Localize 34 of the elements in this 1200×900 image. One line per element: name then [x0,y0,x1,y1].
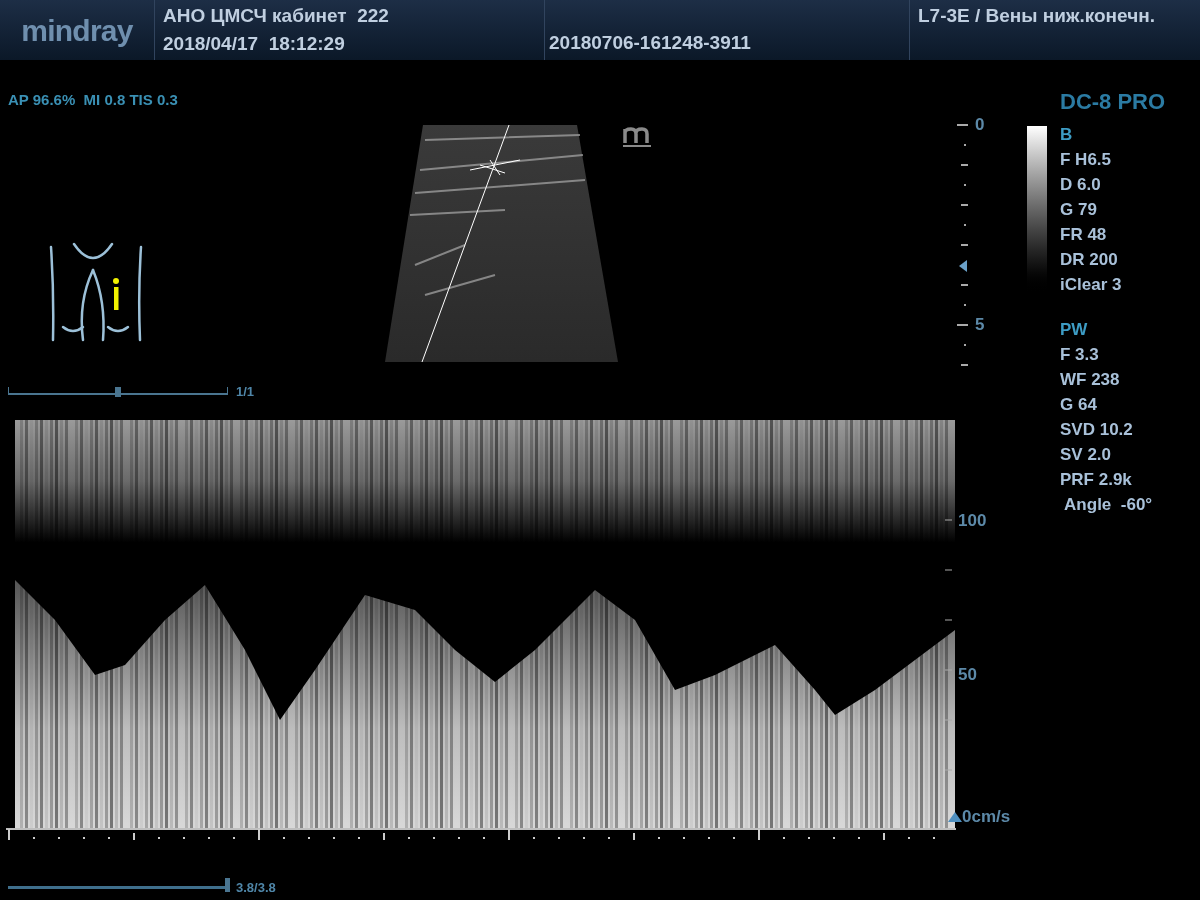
parameter-text: WF 238 [1060,369,1121,391]
parameter-text: DR 200 [1060,249,1119,271]
depth-label: 5 [975,315,986,335]
parameter-text: G 79 [1060,199,1098,221]
velocity-label: 0cm/s [962,807,1011,827]
parameter-text: F 3.3 [1060,344,1100,366]
parameter-text: Angle -60° [1063,494,1153,516]
parameter-text: F H6.5 [1060,149,1113,171]
time-scale-text: 3.8/3.8 [236,879,276,897]
mode-label: PW [1060,319,1089,341]
parameter-text: D 6.0 [1060,174,1102,196]
parameter-text: G 64 [1060,394,1098,416]
time-scale-thumb[interactable] [225,878,230,893]
logo: mindray [21,12,133,49]
exam-id-text: 20180706-161248-3911 [549,30,752,55]
parameter-text: SVD 10.2 [1060,419,1134,441]
cine-frame-text: 1/1 [236,382,255,401]
mode-label: B [1060,124,1074,146]
parameter-text: iClear 3 [1060,274,1123,296]
m-logo-icon [623,125,651,147]
velocity-label: 100 [958,511,987,531]
depth-label: 0 [975,115,986,135]
probe-preset-text: L7-3E / Вены ниж.конечн. [918,5,1155,26]
velocity-label: 50 [958,665,977,685]
parameter-text: SV 2.0 [1060,444,1113,466]
parameter-text: FR 48 [1060,224,1108,246]
cine-scale-thumb[interactable] [115,387,121,398]
focus-marker-icon [959,260,967,272]
facility-text: АНО ЦМСЧ кабинет 222 [163,4,390,28]
baseline-marker-icon [948,812,962,822]
acoustic-output-text: AP 96.6% MI 0.8 TIS 0.3 [8,90,178,110]
parameter-text: PRF 2.9k [1060,469,1133,491]
date-time-text: 2018/04/17 18:12:29 [163,32,346,56]
device-model-text: DC-8 PRO [1060,88,1167,116]
